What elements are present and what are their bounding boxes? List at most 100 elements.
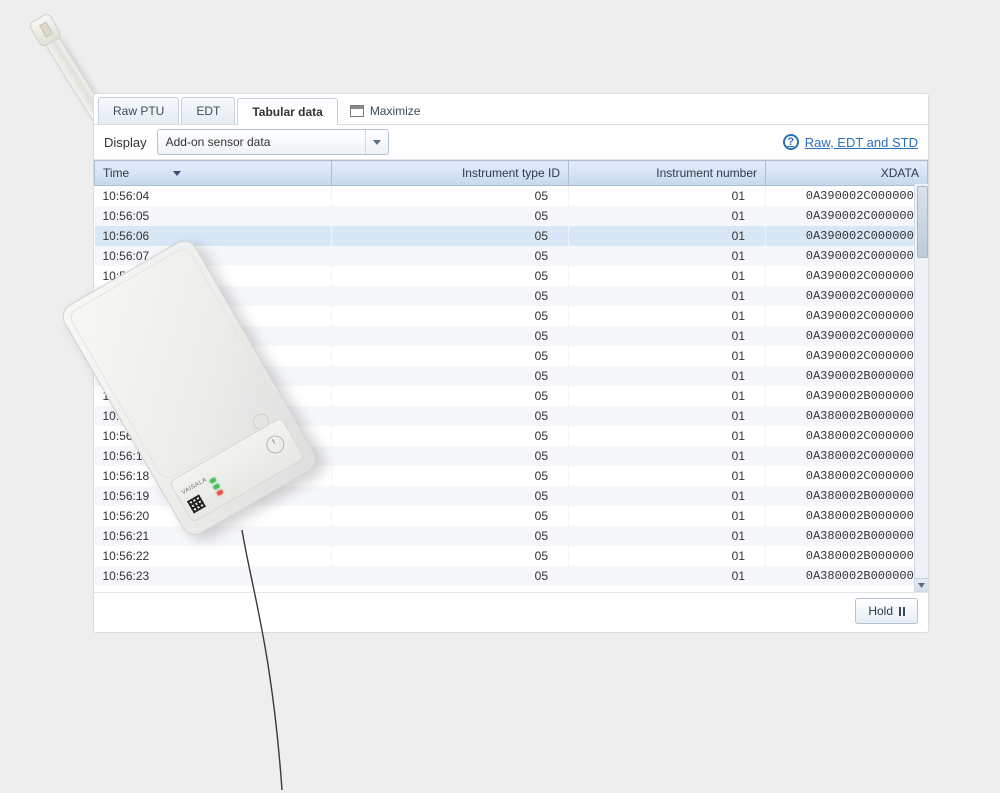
cell-instrument-type-id: 05 bbox=[332, 526, 569, 546]
cell-instrument-number: 01 bbox=[569, 286, 766, 306]
table-row[interactable]: 10:56:1705010A380002C0000000 bbox=[95, 446, 928, 466]
cell-instrument-type-id: 05 bbox=[332, 426, 569, 446]
cell-xdata: 0A380002C0000000 bbox=[766, 446, 928, 466]
table-row[interactable]: 10:56:2105010A380002B0000000 bbox=[95, 526, 928, 546]
cell-xdata: 0A380002B0000000 bbox=[766, 486, 928, 506]
cell-instrument-number: 01 bbox=[569, 326, 766, 346]
table-row[interactable]: 10:56:1805010A380002C0000000 bbox=[95, 466, 928, 486]
cell-xdata: 0A390002C0000000 bbox=[766, 346, 928, 366]
table-row[interactable]: 10:56:1005010A390002C0000000 bbox=[95, 306, 928, 326]
cell-instrument-type-id: 05 bbox=[332, 486, 569, 506]
tab-edt[interactable]: EDT bbox=[181, 97, 235, 124]
cell-instrument-number: 01 bbox=[569, 406, 766, 426]
cell-instrument-type-id: 05 bbox=[332, 306, 569, 326]
cell-time: 10:56:22 bbox=[95, 546, 332, 566]
cell-time: 10:56:10 bbox=[95, 306, 332, 326]
cell-instrument-type-id: 05 bbox=[332, 346, 569, 366]
cell-xdata: 0A390002B0000000 bbox=[766, 366, 928, 386]
help-icon: ? bbox=[783, 134, 799, 150]
cell-xdata: 0A380002B0000000 bbox=[766, 566, 928, 586]
cell-time: 10:56:07 bbox=[95, 246, 332, 266]
cell-instrument-number: 01 bbox=[569, 246, 766, 266]
cell-xdata: 0A390002C0000000 bbox=[766, 286, 928, 306]
table-row[interactable]: 10:56:2005010A380002B0000000 bbox=[95, 506, 928, 526]
table-row[interactable]: 10:56:2205010A380002B0000000 bbox=[95, 546, 928, 566]
cell-instrument-type-id: 05 bbox=[332, 546, 569, 566]
cell-instrument-number: 01 bbox=[569, 386, 766, 406]
cell-instrument-number: 01 bbox=[569, 206, 766, 226]
pause-icon bbox=[899, 607, 905, 616]
cell-time: 10:56:18 bbox=[95, 466, 332, 486]
cell-instrument-type-id: 05 bbox=[332, 246, 569, 266]
display-selected: Add-on sensor data bbox=[158, 135, 365, 149]
col-xdata[interactable]: XDATA bbox=[766, 161, 928, 186]
table-row[interactable]: 10:56:0405010A390002C0000000 bbox=[95, 186, 928, 207]
table-row[interactable]: 10:56:0705010A390002C0000000 bbox=[95, 246, 928, 266]
tab-raw-ptu[interactable]: Raw PTU bbox=[98, 97, 179, 124]
cell-xdata: 0A380002B0000000 bbox=[766, 406, 928, 426]
display-dropdown[interactable]: Add-on sensor data bbox=[157, 129, 389, 155]
cell-instrument-type-id: 05 bbox=[332, 186, 569, 207]
table-row[interactable]: 10:56:1105010A390002C0000000 bbox=[95, 326, 928, 346]
cell-time: 10:56:23 bbox=[95, 566, 332, 586]
col-instrument-type-id[interactable]: Instrument type ID bbox=[332, 161, 569, 186]
chevron-down-icon bbox=[365, 130, 388, 154]
cell-instrument-number: 01 bbox=[569, 486, 766, 506]
col-time[interactable]: Time bbox=[95, 161, 332, 186]
cell-xdata: 0A380002B0000000 bbox=[766, 526, 928, 546]
tab-strip: Raw PTU EDT Tabular data Maximize bbox=[94, 94, 928, 125]
cell-xdata: 0A390002C0000000 bbox=[766, 266, 928, 286]
cell-xdata: 0A390002C0000000 bbox=[766, 306, 928, 326]
cell-xdata: 0A380002C0000000 bbox=[766, 426, 928, 446]
help-link-text: Raw, EDT and STD bbox=[805, 135, 918, 150]
cell-instrument-type-id: 05 bbox=[332, 506, 569, 526]
cell-instrument-number: 01 bbox=[569, 346, 766, 366]
table-row[interactable]: 10:56:0805010A390002C0000000 bbox=[95, 266, 928, 286]
maximize-icon bbox=[350, 105, 364, 117]
cell-instrument-number: 01 bbox=[569, 566, 766, 586]
maximize-button[interactable]: Maximize bbox=[350, 98, 421, 124]
cell-xdata: 0A390002B0000000 bbox=[766, 386, 928, 406]
cell-instrument-number: 01 bbox=[569, 466, 766, 486]
cell-time: 10:56:17 bbox=[95, 446, 332, 466]
table-row[interactable]: 10:56:0905010A390002C0000000 bbox=[95, 286, 928, 306]
hold-button[interactable]: Hold bbox=[855, 598, 918, 624]
scrollbar-thumb[interactable] bbox=[917, 186, 928, 258]
cell-xdata: 0A380002B0000000 bbox=[766, 546, 928, 566]
table-row[interactable]: 10:56:1505010A380002B0000000 bbox=[95, 406, 928, 426]
cell-instrument-number: 01 bbox=[569, 266, 766, 286]
data-table-wrapper: Time Instrument type ID Instrument numbe… bbox=[94, 160, 928, 592]
cell-instrument-number: 01 bbox=[569, 306, 766, 326]
cell-time: 10:56:11 bbox=[95, 326, 332, 346]
help-link-raw-edt-std[interactable]: ? Raw, EDT and STD bbox=[783, 134, 918, 150]
table-row[interactable]: 10:56:1905010A380002B0000000 bbox=[95, 486, 928, 506]
col-instrument-number[interactable]: Instrument number bbox=[569, 161, 766, 186]
table-row[interactable]: 10:56:1405010A390002B0000000 bbox=[95, 386, 928, 406]
vertical-scrollbar[interactable] bbox=[914, 184, 928, 592]
cell-instrument-number: 01 bbox=[569, 526, 766, 546]
cell-instrument-number: 01 bbox=[569, 426, 766, 446]
table-row[interactable]: 10:56:1305010A390002B0000000 bbox=[95, 366, 928, 386]
table-row[interactable]: 10:56:0505010A390002C0000000 bbox=[95, 206, 928, 226]
cell-time: 10:56:20 bbox=[95, 506, 332, 526]
cell-instrument-type-id: 05 bbox=[332, 266, 569, 286]
table-row[interactable]: 10:56:1605010A380002C0000000 bbox=[95, 426, 928, 446]
panel-footer: Hold bbox=[94, 592, 928, 629]
table-row[interactable]: 10:56:2305010A380002B0000000 bbox=[95, 566, 928, 586]
cell-instrument-number: 01 bbox=[569, 366, 766, 386]
tab-tabular-data[interactable]: Tabular data bbox=[237, 98, 337, 125]
table-row[interactable]: 10:56:1205010A390002C0000000 bbox=[95, 346, 928, 366]
cell-xdata: 0A390002C0000000 bbox=[766, 246, 928, 266]
cell-time: 10:56:15 bbox=[95, 406, 332, 426]
cell-instrument-type-id: 05 bbox=[332, 406, 569, 426]
table-row[interactable]: 10:56:0605010A390002C0000000 bbox=[95, 226, 928, 246]
cell-instrument-type-id: 05 bbox=[332, 206, 569, 226]
cell-instrument-number: 01 bbox=[569, 226, 766, 246]
hold-label: Hold bbox=[868, 604, 893, 618]
scroll-down-button[interactable] bbox=[915, 578, 928, 592]
cell-time: 10:56:21 bbox=[95, 526, 332, 546]
cell-time: 10:56:13 bbox=[95, 366, 332, 386]
cell-time: 10:56:06 bbox=[95, 226, 332, 246]
cell-xdata: 0A390002C0000000 bbox=[766, 226, 928, 246]
cell-instrument-number: 01 bbox=[569, 546, 766, 566]
